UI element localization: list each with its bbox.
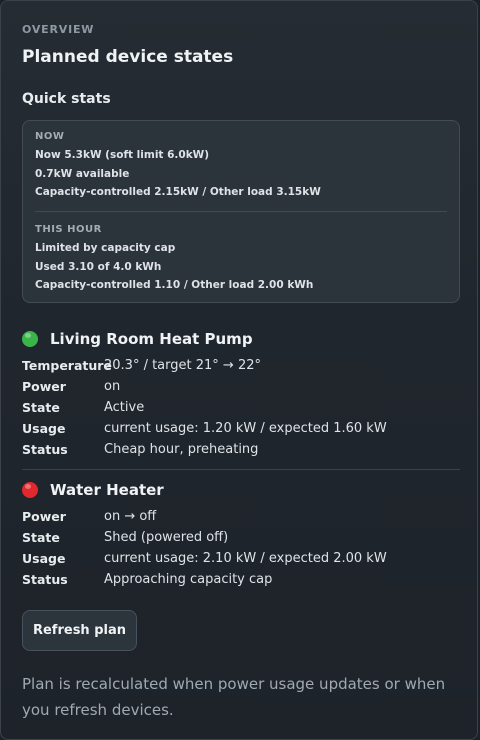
row-key: Status [22, 572, 68, 587]
hour-line-used: Used 3.10 of 4.0 kWh [35, 261, 162, 273]
row-value: 20.3° / target 21° → 22° [104, 358, 261, 373]
now-label: NOW [35, 131, 65, 142]
device-divider [22, 469, 460, 470]
row-key: Status [22, 442, 68, 457]
row-value: Cheap hour, preheating [104, 442, 259, 457]
page-title: Planned device states [22, 47, 234, 67]
stats-divider [35, 211, 447, 212]
this-hour-label: THIS HOUR [35, 224, 102, 235]
device-heading-heat-pump: Living Room Heat Pump [22, 330, 253, 348]
row-value: Active [104, 400, 145, 415]
quick-stats-heading: Quick stats [22, 91, 111, 107]
row-value: current usage: 1.20 kW / expected 1.60 k… [104, 421, 387, 436]
overview-panel: OVERVIEW Planned device states Quick sta… [0, 0, 478, 740]
quick-stats-card: NOW Now 5.3kW (soft limit 6.0kW) 0.7kW a… [22, 120, 460, 303]
section-eyebrow: OVERVIEW [22, 23, 95, 36]
device-name: Water Heater [50, 481, 164, 499]
red-circle-icon [22, 482, 38, 498]
row-value: current usage: 2.10 kW / expected 2.00 k… [104, 551, 387, 566]
device-heading-water-heater: Water Heater [22, 481, 164, 499]
refresh-plan-button[interactable]: Refresh plan [22, 610, 137, 651]
now-line-usage: Now 5.3kW (soft limit 6.0kW) [35, 149, 210, 161]
row-value: on → off [104, 509, 157, 524]
device-name: Living Room Heat Pump [50, 330, 253, 348]
now-line-available: 0.7kW available [35, 168, 130, 180]
row-key: Usage [22, 551, 66, 566]
row-key: Usage [22, 421, 66, 436]
row-value: on [104, 379, 121, 394]
row-key: Temperature [22, 358, 112, 373]
row-key: State [22, 400, 60, 415]
now-line-breakdown: Capacity-controlled 2.15kW / Other load … [35, 186, 321, 198]
green-circle-icon [22, 331, 38, 347]
hour-line-limit: Limited by capacity cap [35, 242, 176, 254]
row-key: Power [22, 379, 66, 394]
row-value: Shed (powered off) [104, 530, 229, 545]
row-key: State [22, 530, 60, 545]
row-key: Power [22, 509, 66, 524]
hour-line-breakdown: Capacity-controlled 1.10 / Other load 2.… [35, 279, 314, 291]
row-value: Approaching capacity cap [104, 572, 273, 587]
footer-note: Plan is recalculated when power usage up… [22, 675, 446, 719]
